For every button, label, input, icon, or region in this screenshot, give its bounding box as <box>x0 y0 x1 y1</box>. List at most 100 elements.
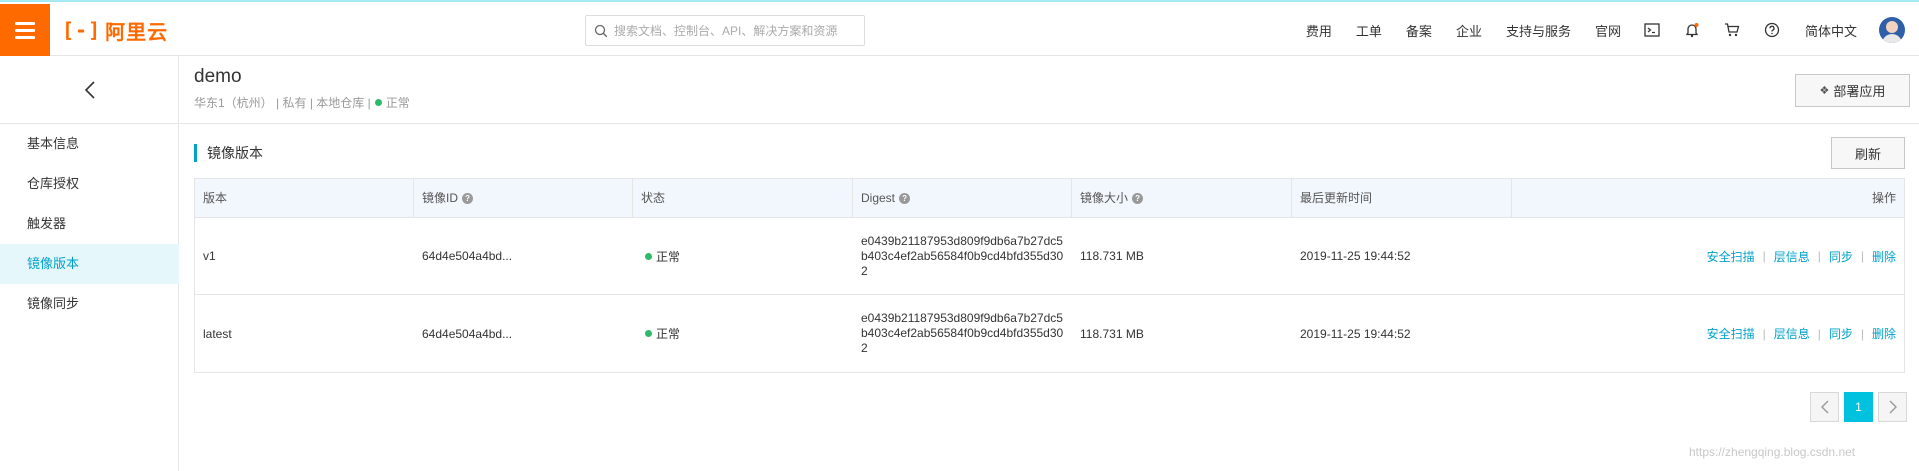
action-divider: | <box>1817 249 1821 263</box>
cell-updated: 2019-11-25 19:44:52 <box>1300 326 1411 341</box>
cart-icon[interactable] <box>1723 21 1741 39</box>
meta-divider: | <box>364 95 371 110</box>
cell-version: latest <box>203 326 232 341</box>
cell-size: 118.731 MB <box>1080 249 1144 263</box>
watermark: https://zhengqing.blog.csdn.net <box>1689 445 1856 459</box>
col-image-id: 镜像ID? <box>414 179 633 218</box>
search-icon <box>594 24 608 37</box>
security-scan-link[interactable]: 安全扫描 <box>1707 248 1755 265</box>
help-icon[interactable]: ? <box>462 193 474 204</box>
cell-updated: 2019-11-25 19:44:52 <box>1300 249 1411 263</box>
image-version-table: 版本 镜像ID? 状态 Digest? 镜像大小? 最后更新时间 操作 v1 6… <box>194 178 1905 373</box>
sidebar-item-repo-auth[interactable]: 仓库授权 <box>0 164 179 204</box>
language-switch[interactable]: 简体中文 <box>1805 21 1857 40</box>
col-actions-label: 操作 <box>1871 191 1896 205</box>
delete-link[interactable]: 删除 <box>1872 248 1896 265</box>
nav-fees[interactable]: 费用 <box>1306 21 1332 40</box>
status-text: 正常 <box>656 249 681 264</box>
col-version: 版本 <box>195 179 414 218</box>
nav-icp[interactable]: 备案 <box>1406 21 1432 40</box>
sync-link[interactable]: 同步 <box>1829 248 1853 265</box>
security-scan-link[interactable]: 安全扫描 <box>1707 325 1755 342</box>
next-page-button[interactable] <box>1878 392 1907 422</box>
chevron-left-icon <box>84 80 95 99</box>
status-dot <box>645 330 652 337</box>
nav-support[interactable]: 支持与服务 <box>1506 21 1571 40</box>
refresh-button[interactable]: 刷新 <box>1831 137 1905 169</box>
deploy-app-label: 部署应用 <box>1833 84 1886 99</box>
sync-link[interactable]: 同步 <box>1829 325 1853 342</box>
user-avatar[interactable] <box>1879 17 1905 43</box>
repo-header: demo 华东1（杭州） | 私有 | 本地仓库 | 正常 ❖ 部署应用 <box>180 56 1919 124</box>
delete-link[interactable]: 删除 <box>1872 325 1896 342</box>
table-row: v1 64d4e504a4bd... 正常 e0439b21187953d809… <box>195 218 1904 295</box>
search-input[interactable] <box>614 23 854 38</box>
meta-divider: | <box>272 95 283 110</box>
top-nav: 费用 工单 备案 企业 支持与服务 官网 简体中文 <box>1282 4 1919 56</box>
cell-actions: 安全扫描 | 层信息 | 同步 | 删除 <box>1512 295 1904 372</box>
prev-page-button[interactable] <box>1810 392 1839 422</box>
col-size-label: 镜像大小 <box>1080 191 1129 205</box>
repo-visibility: 私有 <box>282 96 307 110</box>
sidebar-item-image-versions[interactable]: 镜像版本 <box>0 244 179 284</box>
repo-status: 正常 <box>385 96 410 110</box>
status-dot <box>374 99 382 106</box>
help-icon[interactable]: ? <box>1132 193 1144 204</box>
layer-info-link[interactable]: 层信息 <box>1774 325 1810 342</box>
repo-source: 本地仓库 <box>316 96 365 110</box>
cell-image-id: 64d4e504a4bd... <box>422 326 513 341</box>
col-digest: Digest? <box>853 179 1072 218</box>
cube-icon: ❖ <box>1819 85 1830 97</box>
terminal-icon[interactable] <box>1643 21 1661 39</box>
sidebar-item-triggers[interactable]: 触发器 <box>0 204 179 244</box>
sidebar-menu: 基本信息 仓库授权 触发器 镜像版本 镜像同步 <box>0 124 179 324</box>
back-button[interactable] <box>0 56 179 124</box>
col-status-label: 状态 <box>641 191 666 205</box>
repo-meta: 华东1（杭州） | 私有 | 本地仓库 | 正常 <box>194 94 410 111</box>
col-image-id-label: 镜像ID <box>422 191 459 205</box>
logo-bracket-icon: [-] <box>62 18 102 42</box>
layer-info-link[interactable]: 层信息 <box>1774 248 1810 265</box>
cell-status: 正常 <box>633 295 853 372</box>
sidebar-item-basic-info[interactable]: 基本信息 <box>0 124 179 164</box>
chevron-left-icon <box>1820 400 1828 414</box>
deploy-app-button[interactable]: ❖ 部署应用 <box>1795 74 1910 107</box>
action-divider: | <box>1860 249 1864 263</box>
cell-version: v1 <box>203 249 216 263</box>
col-size: 镜像大小? <box>1072 179 1292 218</box>
col-actions: 操作 <box>1512 179 1904 218</box>
help-icon[interactable]: ? <box>899 193 911 204</box>
help-icon[interactable] <box>1763 21 1781 39</box>
col-digest-label: Digest <box>861 191 896 205</box>
cell-size: 118.731 MB <box>1080 326 1144 341</box>
search-box[interactable] <box>585 15 865 46</box>
col-updated-label: 最后更新时间 <box>1300 191 1373 205</box>
action-divider: | <box>1762 249 1766 263</box>
repo-region: 华东1（杭州） <box>194 96 273 110</box>
menu-icon[interactable] <box>0 4 50 56</box>
aliyun-logo[interactable]: [-] 阿里云 <box>62 15 168 45</box>
nav-tickets[interactable]: 工单 <box>1356 21 1382 40</box>
chevron-right-icon <box>1889 400 1897 414</box>
col-version-label: 版本 <box>203 191 228 205</box>
cell-actions: 安全扫描 | 层信息 | 同步 | 删除 <box>1512 218 1904 294</box>
sidebar: 基本信息 仓库授权 触发器 镜像版本 镜像同步 <box>0 56 179 471</box>
sidebar-item-image-sync[interactable]: 镜像同步 <box>0 284 179 324</box>
action-divider: | <box>1860 326 1864 341</box>
nav-enterprise[interactable]: 企业 <box>1456 21 1482 40</box>
table-row: latest 64d4e504a4bd... 正常 e0439b21187953… <box>195 295 1904 372</box>
pagination: 1 <box>1810 392 1907 422</box>
status-text: 正常 <box>656 327 681 341</box>
nav-official-site[interactable]: 官网 <box>1595 21 1621 40</box>
status-dot <box>645 252 652 260</box>
col-updated: 最后更新时间 <box>1292 179 1512 218</box>
col-status: 状态 <box>633 179 853 218</box>
page-number-button[interactable]: 1 <box>1844 392 1873 422</box>
action-divider: | <box>1817 326 1821 341</box>
logo-text: 阿里云 <box>105 21 169 44</box>
meta-divider: | <box>306 95 317 110</box>
bell-icon[interactable] <box>1683 21 1701 39</box>
cell-digest: e0439b21187953d809f9db6a7b27dc5b403c4ef2… <box>861 233 1064 278</box>
section-title: 镜像版本 <box>194 144 263 162</box>
cell-digest: e0439b21187953d809f9db6a7b27dc5b403c4ef2… <box>861 311 1064 355</box>
